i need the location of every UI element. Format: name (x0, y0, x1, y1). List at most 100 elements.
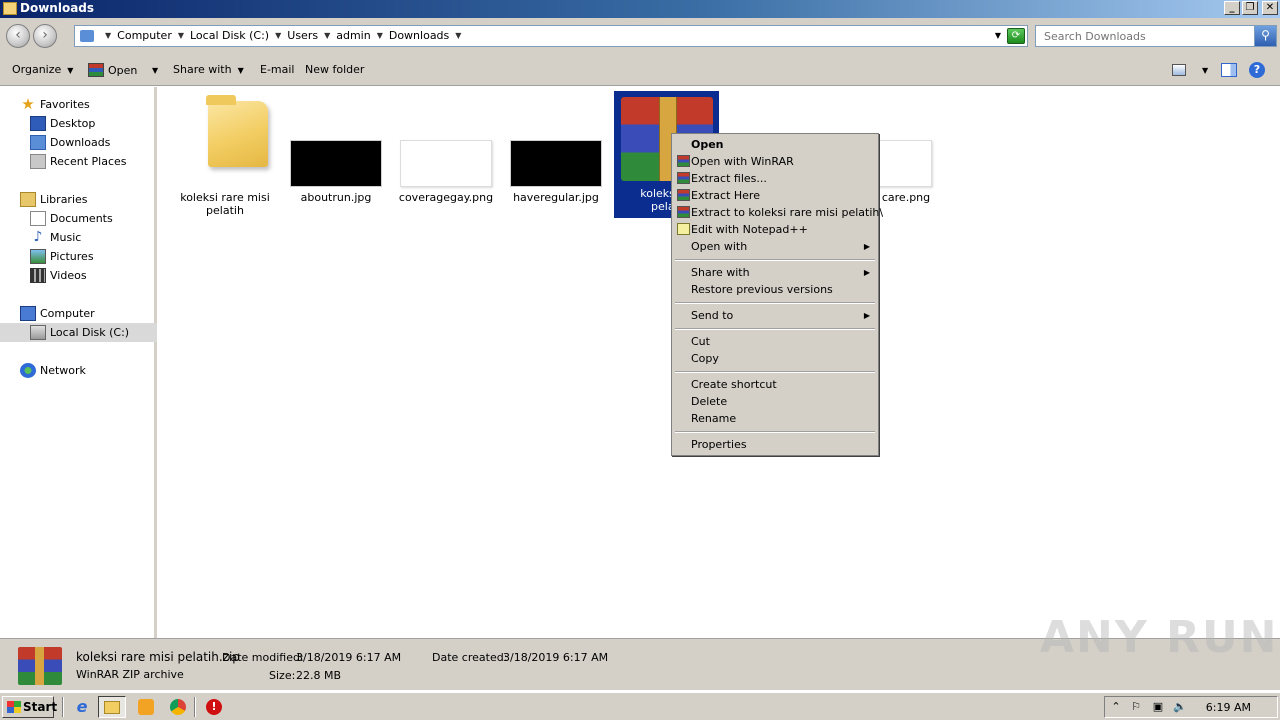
action-center-flag-icon[interactable]: ⚐ (1129, 700, 1143, 714)
minimize-button[interactable]: _ (1224, 1, 1240, 15)
menu-item-open[interactable]: Open (674, 136, 876, 153)
sidebar-item-label: Videos (50, 269, 87, 282)
preview-pane-icon[interactable] (1221, 63, 1237, 77)
sidebar-item-videos[interactable]: Videos (0, 266, 157, 285)
sidebar-item-local-disk[interactable]: Local Disk (C:) (0, 323, 157, 342)
network-tray-icon[interactable]: ▣ (1151, 700, 1165, 714)
network-icon (20, 363, 36, 378)
start-button[interactable]: Start (2, 696, 57, 718)
menu-item-share-with[interactable]: Share with ▶ (674, 264, 876, 281)
view-icon[interactable] (1172, 64, 1186, 76)
show-hidden-icons-icon[interactable]: ⌃ (1109, 700, 1123, 714)
sidebar-item-computer[interactable]: Computer (0, 304, 157, 323)
address-history-dropdown[interactable]: ▼ (995, 31, 1001, 40)
search-icon[interactable]: ⚲ (1254, 26, 1276, 46)
sidebar-item-label: Music (50, 231, 82, 244)
breadcrumb-downloads[interactable]: Downloads (389, 29, 449, 42)
search-input[interactable] (1042, 29, 1242, 44)
address-row: ‹ › ▼ Computer ▼ Local Disk (C:) ▼ Users… (0, 18, 1280, 54)
taskbar-windows-explorer[interactable] (98, 696, 126, 718)
menu-item-extract-here[interactable]: Extract Here (674, 187, 876, 204)
restore-button[interactable]: ❐ (1242, 1, 1258, 15)
sidebar-item-recent-places[interactable]: Recent Places (0, 152, 157, 171)
sidebar-item-pictures[interactable]: Pictures (0, 247, 157, 266)
clock[interactable]: 6:19 AM (1206, 701, 1251, 714)
search-box[interactable]: ⚲ (1035, 25, 1277, 47)
sidebar-item-label: Pictures (50, 250, 94, 263)
menu-item-restore-previous-versions[interactable]: Restore previous versions (674, 281, 876, 298)
view-dropdown-button[interactable]: ▼ (1196, 63, 1208, 76)
menu-item-open-with-winrar[interactable]: Open with WinRAR (674, 153, 876, 170)
breadcrumb-local-disk[interactable]: Local Disk (C:) (190, 29, 269, 42)
image-thumbnail (400, 140, 492, 187)
file-item-coveragegay[interactable]: coveragegay.png (398, 91, 494, 211)
menu-item-copy[interactable]: Copy (674, 350, 876, 367)
menu-item-edit-notepad[interactable]: Edit with Notepad++ (674, 221, 876, 238)
context-menu: Open Open with WinRAR Extract files... E… (671, 133, 883, 456)
sidebar-item-label: Local Disk (C:) (50, 326, 130, 339)
sidebar-item-documents[interactable]: Documents (0, 209, 157, 228)
menu-item-label: Open (691, 138, 724, 151)
taskbar-separator (194, 697, 196, 717)
menu-item-label: Copy (691, 352, 719, 365)
menu-item-extract-files[interactable]: Extract files... (674, 170, 876, 187)
open-button[interactable]: Open (88, 63, 137, 77)
file-item-folder[interactable]: koleksi rare misi pelatih (180, 91, 270, 221)
breadcrumb-users[interactable]: Users (287, 29, 318, 42)
chevron-down-icon[interactable]: ▼ (324, 31, 330, 40)
folder-icon (3, 2, 17, 15)
menu-item-properties[interactable]: Properties (674, 436, 876, 453)
chevron-down-icon[interactable]: ▼ (275, 31, 281, 40)
forward-button[interactable]: › (33, 24, 57, 48)
back-button[interactable]: ‹ (6, 24, 30, 48)
sidebar-item-label: Network (40, 364, 86, 377)
sidebar-item-downloads[interactable]: Downloads (0, 133, 157, 152)
breadcrumb-computer[interactable]: Computer (117, 29, 172, 42)
address-bar[interactable]: ▼ Computer ▼ Local Disk (C:) ▼ Users ▼ a… (74, 25, 1028, 47)
sidebar-item-desktop[interactable]: Desktop (0, 114, 157, 133)
title-bar: Downloads _ ❐ ✕ (0, 0, 1280, 18)
menu-item-label: Restore previous versions (691, 283, 833, 296)
taskbar-internet-explorer[interactable]: e (68, 696, 96, 718)
folder-icon (206, 95, 268, 167)
menu-item-send-to[interactable]: Send to ▶ (674, 307, 876, 324)
menu-item-cut[interactable]: Cut (674, 333, 876, 350)
sidebar-item-favorites[interactable]: ★ Favorites (0, 95, 157, 114)
menu-item-create-shortcut[interactable]: Create shortcut (674, 376, 876, 393)
menu-item-extract-to[interactable]: Extract to koleksi rare misi pelatih\ (674, 204, 883, 221)
sidebar-item-network[interactable]: Network (0, 361, 157, 380)
file-item-care-png[interactable]: care.png (876, 91, 936, 211)
taskbar-stop-app[interactable]: ! (200, 696, 228, 718)
chevron-down-icon[interactable]: ▼ (455, 31, 461, 40)
email-button[interactable]: E-mail (260, 63, 295, 76)
sidebar-item-music[interactable]: ♪ Music (0, 228, 157, 247)
details-size: 22.8 MB (296, 669, 342, 682)
breadcrumb-admin[interactable]: admin (336, 29, 370, 42)
menu-item-open-with[interactable]: Open with ▶ (674, 238, 876, 255)
organize-label: Organize (12, 63, 62, 76)
image-thumbnail (290, 140, 382, 187)
volume-icon[interactable]: 🔈 (1173, 700, 1187, 714)
taskbar-chrome[interactable] (164, 696, 192, 718)
new-folder-button[interactable]: New folder (305, 63, 364, 76)
videos-icon (30, 268, 46, 283)
sidebar-item-libraries[interactable]: Libraries (0, 190, 157, 209)
sidebar-item-label: Downloads (50, 136, 111, 149)
winrar-icon (677, 172, 690, 184)
chevron-down-icon[interactable]: ▼ (105, 31, 111, 40)
organize-button[interactable]: Organize ▼ (12, 63, 73, 76)
close-button[interactable]: ✕ (1262, 1, 1278, 15)
taskbar-media-player[interactable] (132, 696, 160, 718)
menu-item-delete[interactable]: Delete (674, 393, 876, 410)
file-item-aboutrun[interactable]: aboutrun.jpg (288, 91, 384, 211)
refresh-icon[interactable]: ⟳ (1007, 28, 1025, 44)
file-item-haveregular[interactable]: haveregular.jpg (508, 91, 604, 211)
menu-item-rename[interactable]: Rename (674, 410, 876, 427)
file-name: aboutrun.jpg (300, 191, 372, 204)
chevron-down-icon[interactable]: ▼ (377, 31, 383, 40)
help-icon[interactable]: ? (1249, 62, 1265, 78)
sidebar-item-label: Libraries (40, 193, 88, 206)
share-with-button[interactable]: Share with ▼ (173, 63, 244, 76)
chevron-down-icon[interactable]: ▼ (178, 31, 184, 40)
open-dropdown-button[interactable]: ▼ (146, 63, 158, 76)
